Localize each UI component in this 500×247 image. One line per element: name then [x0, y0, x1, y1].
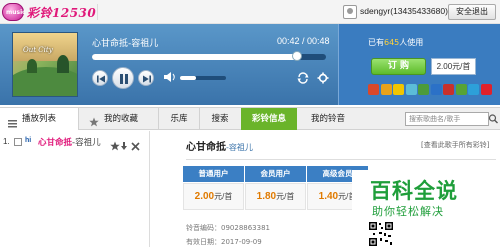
playlist-icon	[8, 115, 17, 128]
list-item-artist: -容祖儿	[72, 138, 101, 148]
price-cell-member: 1.80元/首	[245, 183, 306, 210]
user-avatar-icon	[343, 5, 357, 19]
users-count-text: 已有645人使用	[368, 37, 423, 48]
tab-my-ringtones[interactable]: 我的铃音	[298, 108, 358, 130]
share-icon[interactable]	[393, 84, 404, 95]
price-header-regular: 普通用户	[183, 166, 244, 182]
list-item-action-icons	[110, 141, 140, 151]
hi-quality-icon: hi	[25, 137, 32, 144]
logo-badge-text: music	[6, 9, 26, 16]
delete-icon[interactable]	[131, 142, 140, 151]
volume-fill	[180, 76, 197, 80]
share-icon[interactable]	[468, 84, 479, 95]
logout-button[interactable]: 安全退出	[448, 4, 496, 20]
price-unit: 元/首	[214, 192, 233, 201]
tab-playlist-label: 播放列表	[22, 114, 57, 124]
list-item-checkbox[interactable]	[14, 138, 22, 146]
tab-search[interactable]: 搜索	[200, 108, 240, 130]
now-playing-title: 心甘命抵-容祖儿	[92, 39, 159, 49]
list-item-song: 心甘命抵	[38, 138, 73, 148]
price-value-member: 1.80	[256, 191, 277, 202]
next-icon	[143, 75, 151, 83]
volume-slider[interactable]	[180, 76, 226, 80]
list-item-title[interactable]: 心甘命抵-容祖儿	[38, 136, 101, 148]
watermark-title: 百科全说	[370, 179, 458, 203]
prev-icon	[97, 75, 105, 83]
pause-button[interactable]	[112, 67, 134, 89]
price-header-member: 会员用户	[245, 166, 306, 182]
buy-button[interactable]: 订 购	[371, 58, 426, 75]
tab-playlist[interactable]: 播放列表	[0, 108, 78, 130]
time-display: 00:42 / 00:48	[277, 36, 330, 46]
repeat-icon[interactable]	[297, 72, 309, 84]
users-count: 645	[384, 38, 400, 47]
app-window: music 彩铃12530 sdengyr(13435433680) 安全退出 …	[0, 0, 500, 247]
progress-knob[interactable]	[291, 51, 302, 61]
share-icon[interactable]	[455, 84, 467, 95]
pause-icon	[120, 74, 128, 84]
volume-icon[interactable]	[163, 71, 177, 83]
top-divider	[97, 4, 98, 20]
album-title: Out City	[23, 46, 53, 54]
share-icon[interactable]	[443, 84, 454, 95]
playlist-panel: 1. hi 心甘命抵-容祖儿	[0, 131, 150, 247]
search-input[interactable]: 搜索歌曲名/歌手	[405, 112, 489, 126]
detail-title: 心甘命抵-容祖儿	[186, 138, 253, 153]
share-icon[interactable]	[480, 84, 492, 95]
watermark-subtitle: 助你轻松解决	[372, 205, 444, 218]
expire-date-value: 2017-09-09	[221, 238, 262, 246]
price-table: 普通用户 会员用户 高级会员 2.00元/首 1.80元/首 1.40元/首	[183, 166, 368, 210]
progress-fill	[92, 54, 297, 60]
download-icon[interactable]	[121, 142, 127, 150]
album-cover: Out City	[12, 32, 78, 97]
price-value-premium: 1.40	[318, 191, 339, 202]
top-bar: music 彩铃12530 sdengyr(13435433680) 安全退出	[0, 0, 500, 24]
detail-song: 心甘命抵	[186, 142, 226, 153]
share-icon[interactable]	[405, 84, 417, 95]
expire-date-label: 有效日期：	[186, 238, 221, 246]
tab-favorites-label: 我的收藏	[104, 114, 139, 124]
user-name[interactable]: sdengyr(13435433680)	[360, 6, 448, 16]
ringtone-code-label: 铃音编码：	[186, 224, 221, 232]
price-value-regular: 2.00	[194, 191, 215, 202]
settings-icon[interactable]	[317, 72, 329, 84]
favorite-icon[interactable]	[110, 141, 120, 151]
prev-button[interactable]	[92, 70, 108, 86]
price-cell-regular: 2.00元/首	[183, 183, 244, 210]
share-icon[interactable]	[368, 84, 379, 95]
progress-bar[interactable]	[92, 51, 326, 61]
users-suffix: 人使用	[399, 38, 424, 47]
list-item-index: 1.	[3, 137, 10, 146]
logo-text: 彩铃12530	[27, 6, 97, 20]
expire-date: 有效日期：2017-09-09	[186, 237, 262, 247]
purchase-panel: 已有645人使用 订 购 2.00元/首	[338, 24, 500, 105]
player-panel: Out City 心甘命抵-容祖儿 00:42 / 00:48	[0, 24, 338, 105]
price-unit: 元/首	[276, 192, 295, 201]
tab-bar: 播放列表 我的收藏 乐库 搜索 彩铃信息 我的铃音 搜索歌曲名/歌手	[0, 107, 500, 130]
next-button[interactable]	[138, 70, 154, 86]
tab-library[interactable]: 乐库	[159, 108, 199, 130]
list-item-actions	[110, 137, 142, 156]
divider	[186, 159, 496, 160]
list-item[interactable]: 1. hi 心甘命抵-容祖儿	[0, 136, 150, 151]
more-by-artist-link[interactable]: [查看此歌手所有彩铃]	[421, 140, 489, 150]
tab-ringtone-info[interactable]: 彩铃信息	[241, 108, 297, 130]
share-icon[interactable]	[430, 84, 442, 95]
ringtone-code-value: 09028863381	[221, 224, 270, 232]
ringtone-code: 铃音编码：09028863381	[186, 223, 270, 233]
detail-artist[interactable]: -容祖儿	[226, 143, 253, 152]
share-icon[interactable]	[380, 84, 392, 95]
users-prefix: 已有	[368, 38, 384, 47]
tab-favorites[interactable]: 我的收藏	[79, 108, 158, 130]
qr-code-icon	[368, 221, 394, 247]
price-box: 2.00元/首	[431, 58, 476, 75]
logo-icon: music	[2, 3, 26, 21]
search-icon[interactable]	[488, 112, 499, 126]
share-icon[interactable]	[418, 84, 429, 95]
